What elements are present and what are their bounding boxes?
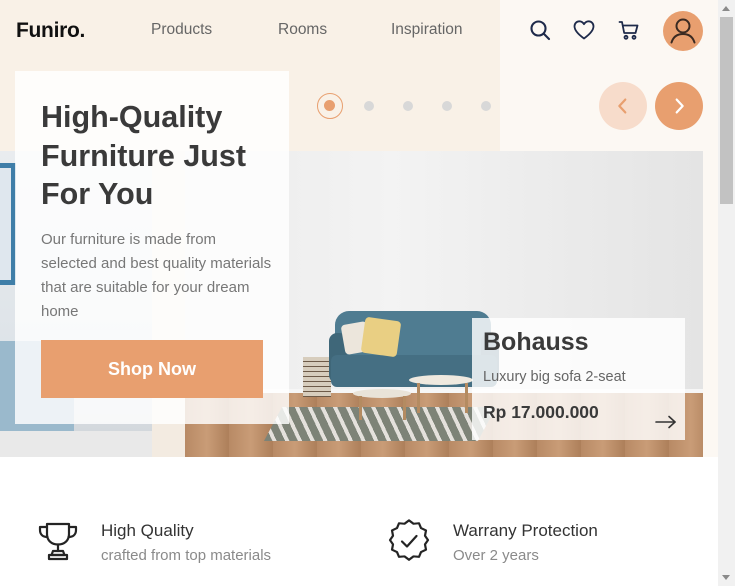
book-stack	[303, 357, 331, 397]
hero-description: Our furniture is made from selected and …	[41, 231, 272, 320]
product-price: Rp 17.000.000	[483, 402, 599, 422]
nav-inspiration[interactable]: Inspiration	[391, 21, 463, 39]
slider-dot-2[interactable]	[364, 101, 374, 111]
feature-subtitle: crafted from top materials	[101, 547, 272, 564]
chevron-right-icon	[675, 98, 684, 114]
site-header: Funiro. Products Rooms Inspiration	[0, 0, 718, 62]
heart-icon[interactable]	[572, 18, 596, 42]
feature-subtitle: Over 2 years	[453, 547, 539, 564]
product-name: Bohauss	[483, 328, 589, 356]
slider-prev-button[interactable]	[599, 82, 647, 130]
feature-title: Warrany Protection	[453, 521, 598, 540]
sofa-pillow-yellow	[360, 316, 402, 358]
table-leg	[359, 396, 362, 420]
side-floor	[0, 431, 152, 457]
product-subtitle: Luxury big sofa 2-seat	[483, 369, 626, 385]
cart-icon[interactable]	[617, 18, 641, 42]
slider-dot-5[interactable]	[481, 101, 491, 111]
verified-badge-icon	[387, 519, 431, 563]
scroll-up-arrow-icon[interactable]	[722, 6, 730, 11]
feature-title: High Quality	[101, 521, 194, 540]
product-card[interactable]: Bohauss Luxury big sofa 2-seat Rp 17.000…	[472, 318, 685, 440]
slider-dot-1[interactable]	[317, 93, 343, 119]
scrollbar-thumb[interactable]	[720, 17, 733, 204]
table-leg	[417, 383, 420, 413]
chevron-left-icon	[618, 98, 627, 114]
page-scrollbar[interactable]	[718, 0, 735, 586]
slider-dot-4[interactable]	[442, 101, 452, 111]
slider-next-button[interactable]	[655, 82, 703, 130]
search-icon[interactable]	[528, 18, 552, 42]
arrow-right-icon[interactable]	[655, 415, 677, 429]
table-leg	[465, 383, 468, 413]
wall-frame	[0, 163, 16, 285]
room-rug	[263, 407, 497, 441]
nav-rooms[interactable]: Rooms	[278, 21, 327, 39]
shop-now-button[interactable]: Shop Now	[41, 340, 263, 398]
brand-logo[interactable]: Funiro.	[16, 19, 85, 43]
trophy-icon	[36, 519, 80, 563]
scroll-down-arrow-icon[interactable]	[722, 575, 730, 580]
table-leg	[403, 396, 406, 420]
slider-dot-3[interactable]	[403, 101, 413, 111]
hero-card: High-Quality Furniture Just For You Our …	[15, 71, 289, 424]
user-avatar-icon[interactable]	[663, 11, 703, 51]
nav-products[interactable]: Products	[151, 21, 212, 39]
hero-title: High-Quality Furniture Just For You	[41, 100, 247, 211]
